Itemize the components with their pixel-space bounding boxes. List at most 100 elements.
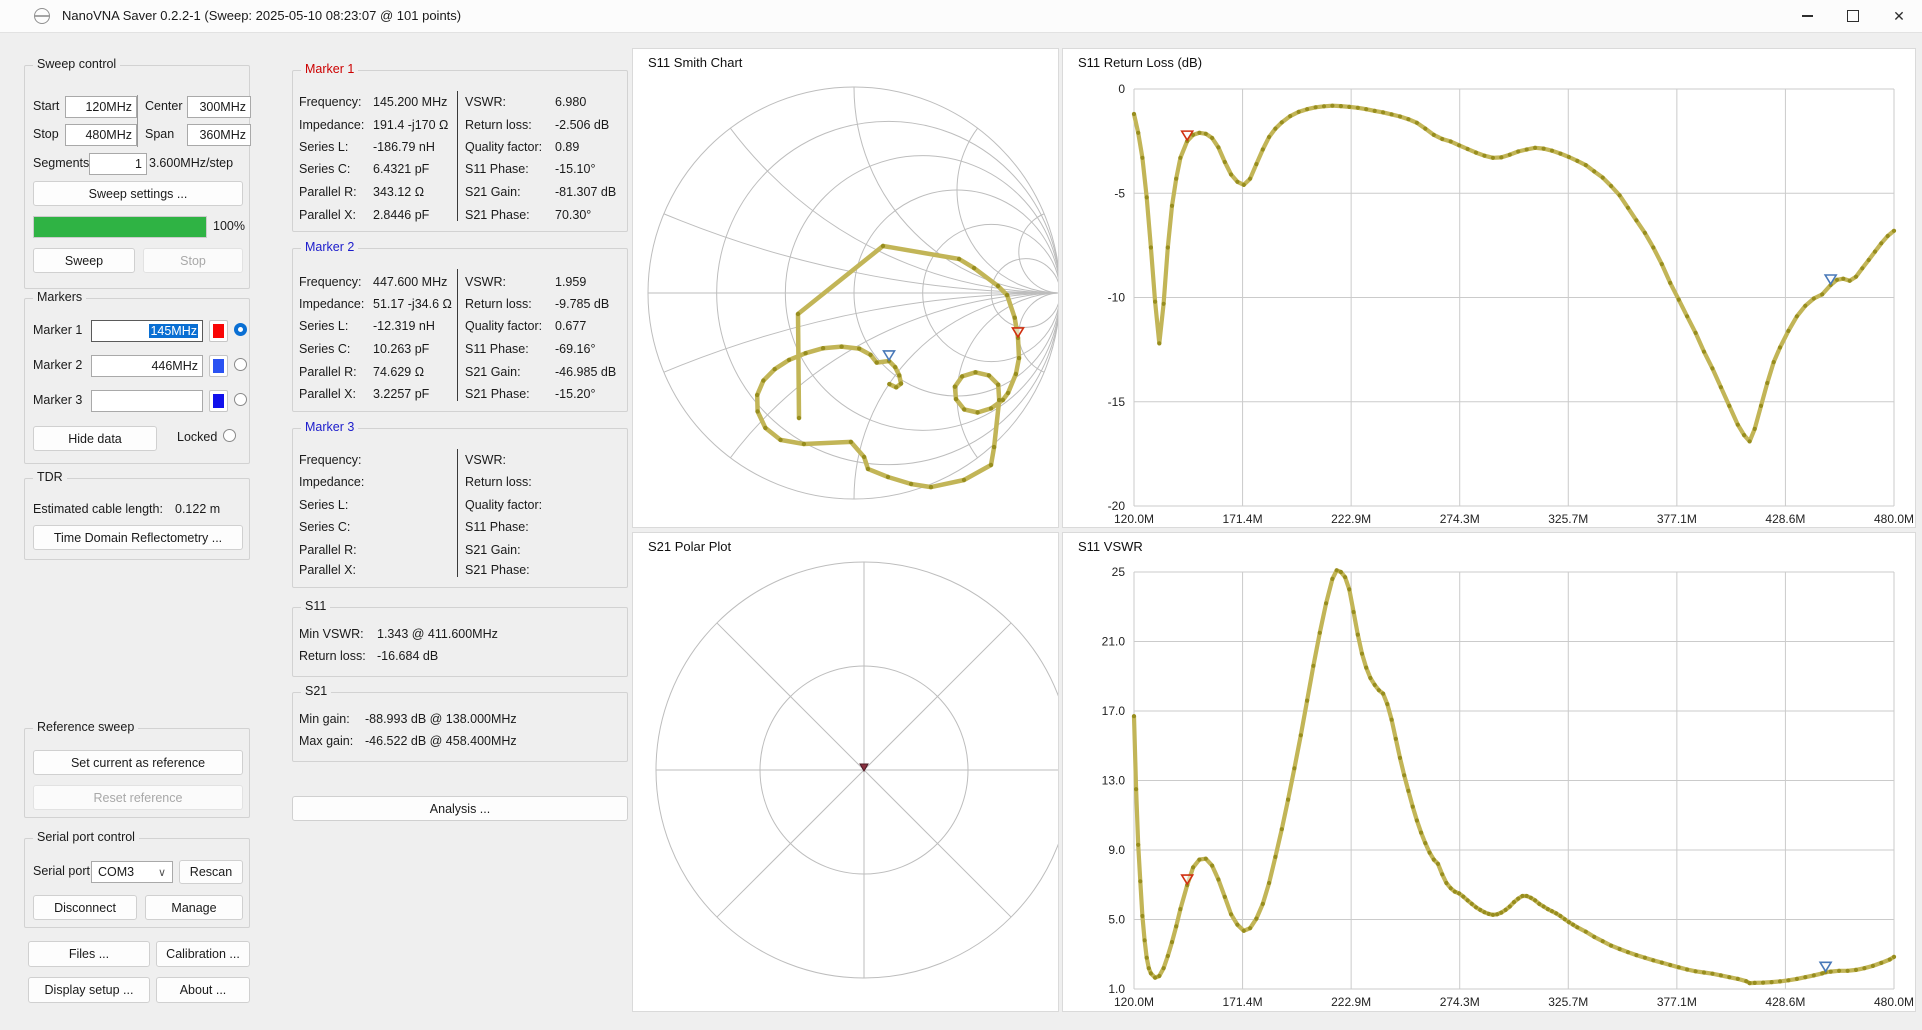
display-setup-button[interactable]: Display setup ... xyxy=(28,977,150,1003)
tdr-button[interactable]: Time Domain Reflectometry ... xyxy=(33,525,243,550)
marker-info-value: 6.980 xyxy=(555,95,587,109)
marker-info-value: 0.677 xyxy=(555,319,587,333)
title-bar: NanoVNA Saver 0.2.2-1 (Sweep: 2025-05-10… xyxy=(0,0,1922,33)
analysis-button[interactable]: Analysis ... xyxy=(292,796,628,821)
marker-frequency-input[interactable]: 446MHz xyxy=(91,355,203,377)
marker-color-swatch xyxy=(213,394,224,408)
y-tick-label: -20 xyxy=(1108,499,1126,513)
s21-max-gain-label: Max gain: xyxy=(299,734,354,748)
maximize-button[interactable] xyxy=(1830,0,1876,32)
set-reference-button[interactable]: Set current as reference xyxy=(33,750,243,775)
marker-info-label: Quality factor: xyxy=(465,498,543,512)
x-tick-label: 377.1M xyxy=(1657,995,1697,1009)
marker-info-label: S21 Phase: xyxy=(465,563,530,577)
marker-color-button[interactable] xyxy=(209,320,228,342)
marker-info-label: Quality factor: xyxy=(465,319,543,333)
locked-checkbox[interactable] xyxy=(223,429,236,442)
s11-min-vswr-label: Min VSWR: xyxy=(299,627,364,641)
marker-color-button[interactable] xyxy=(209,390,228,412)
s11-vswr-title: S11 VSWR xyxy=(1078,539,1143,554)
marker-select-radio[interactable] xyxy=(234,358,247,371)
s21-min-gain-value: -88.993 dB @ 138.000MHz xyxy=(365,712,517,726)
marker-info-label: S21 Gain: xyxy=(465,543,521,557)
marker-select-radio[interactable] xyxy=(234,393,247,406)
sweep-button[interactable]: Sweep xyxy=(33,248,135,273)
reset-reference-button[interactable]: Reset reference xyxy=(33,785,243,810)
chevron-down-icon: ∨ xyxy=(157,866,166,879)
y-tick-label: -15 xyxy=(1108,395,1126,409)
marker-info-value: 1.959 xyxy=(555,275,587,289)
marker-info-label: Parallel R: xyxy=(299,543,357,557)
marker-info-label: Impedance: xyxy=(299,297,365,311)
reference-sweep-title: Reference sweep xyxy=(33,720,139,734)
tdr-group: TDR Estimated cable length: 0.122 m Time… xyxy=(24,470,250,560)
x-tick-label: 120.0M xyxy=(1114,995,1154,1009)
y-tick-label: 17.0 xyxy=(1102,704,1126,718)
s21-info-title: S21 xyxy=(301,684,332,698)
s11-vswr-chart: 120.0M 171.4M 222.9M 274.3M 325.7M 377.1M 428.… xyxy=(1102,565,1914,1009)
marker-info-value: -15.10° xyxy=(555,162,596,176)
manage-button[interactable]: Manage xyxy=(145,895,243,920)
start-input[interactable]: 120MHz xyxy=(65,96,137,118)
marker-info-label: S21 Phase: xyxy=(465,208,530,222)
hide-data-button[interactable]: Hide data xyxy=(33,426,157,451)
s11-vswr-panel[interactable]: 120.0M 171.4M 222.9M 274.3M 325.7M 377.1M 428.… xyxy=(1062,532,1916,1012)
s21-polar-plot xyxy=(655,561,1058,979)
window-title: NanoVNA Saver 0.2.2-1 (Sweep: 2025-05-10… xyxy=(62,8,462,23)
marker-info-value: -15.20° xyxy=(555,387,596,401)
s11-smith-chart-title: S11 Smith Chart xyxy=(648,55,743,70)
marker-info-label: VSWR: xyxy=(465,453,506,467)
s11-smith-chart-panel[interactable]: S11 Smith Chart xyxy=(632,48,1059,528)
s21-min-gain-label: Min gain: xyxy=(299,712,350,726)
stop-label: Stop xyxy=(33,127,59,141)
marker-frequency-input[interactable] xyxy=(91,390,203,412)
marker-info-value: 191.4 -j170 Ω xyxy=(373,118,449,132)
marker-info-value: -2.506 dB xyxy=(555,118,610,132)
marker-info-label: Parallel X: xyxy=(299,563,356,577)
s11-return-loss-panel[interactable]: 120.0M 171.4M 222.9M 274.3M 325.7M 377.1M 428.… xyxy=(1062,48,1916,528)
stop-input[interactable]: 480MHz xyxy=(65,124,137,146)
marker-info-value: -12.319 nH xyxy=(373,319,435,333)
x-tick-label: 480.0M xyxy=(1874,995,1914,1009)
marker-info-label: Parallel X: xyxy=(299,387,356,401)
marker-info-label: VSWR: xyxy=(465,95,506,109)
marker-info-value: -81.307 dB xyxy=(555,185,617,199)
marker-color-swatch xyxy=(213,324,224,338)
marker-info-divider xyxy=(457,91,458,221)
marker-frequency-input[interactable]: 145MHz xyxy=(91,320,203,342)
marker-select-radio[interactable] xyxy=(234,323,247,336)
minimize-button[interactable] xyxy=(1784,0,1830,32)
y-tick-label: 9.0 xyxy=(1108,843,1125,857)
x-tick-label: 274.3M xyxy=(1440,995,1480,1009)
marker-info-label: Return loss: xyxy=(465,118,532,132)
about-button[interactable]: About ... xyxy=(156,977,250,1003)
calibration-button[interactable]: Calibration ... xyxy=(156,941,250,967)
x-tick-label: 222.9M xyxy=(1331,995,1371,1009)
y-tick-label: 21.0 xyxy=(1102,635,1126,649)
marker-info-label: Parallel R: xyxy=(299,365,357,379)
rescan-button[interactable]: Rescan xyxy=(179,860,243,884)
serial-port-select[interactable]: COM3 ∨ xyxy=(91,861,173,883)
sweep-column-divider xyxy=(137,95,138,147)
close-button[interactable]: ✕ xyxy=(1876,0,1922,32)
s21-polar-plot-panel[interactable]: S21 Polar Plot xyxy=(632,532,1059,1012)
stop-button[interactable]: Stop xyxy=(143,248,243,273)
marker-info-value: -186.79 nH xyxy=(373,140,435,154)
marker-color-swatch xyxy=(213,359,224,373)
span-input[interactable]: 360MHz xyxy=(187,124,251,146)
center-input[interactable]: 300MHz xyxy=(187,96,251,118)
marker-info-label: Frequency: xyxy=(299,453,362,467)
marker-info-value: 74.629 Ω xyxy=(373,365,425,379)
cable-length-value: 0.122 m xyxy=(175,502,221,516)
segments-input[interactable]: 1 xyxy=(89,153,147,175)
x-tick-label: 274.3M xyxy=(1440,512,1480,526)
disconnect-button[interactable]: Disconnect xyxy=(33,895,137,920)
sweep-control-group: Sweep control Start 120MHz Center 300MHz… xyxy=(24,57,251,289)
marker-info-label: Return loss: xyxy=(465,475,532,489)
sweep-settings-button[interactable]: Sweep settings ... xyxy=(33,181,243,206)
marker2-info-group: Marker 2 Frequency: 447.600 MHz VSWR: 1.959 I… xyxy=(292,240,628,412)
marker-color-button[interactable] xyxy=(209,355,228,377)
files-button[interactable]: Files ... xyxy=(28,941,150,967)
marker-row-label: Marker 3 xyxy=(33,393,83,407)
marker-info-value: -69.16° xyxy=(555,342,596,356)
